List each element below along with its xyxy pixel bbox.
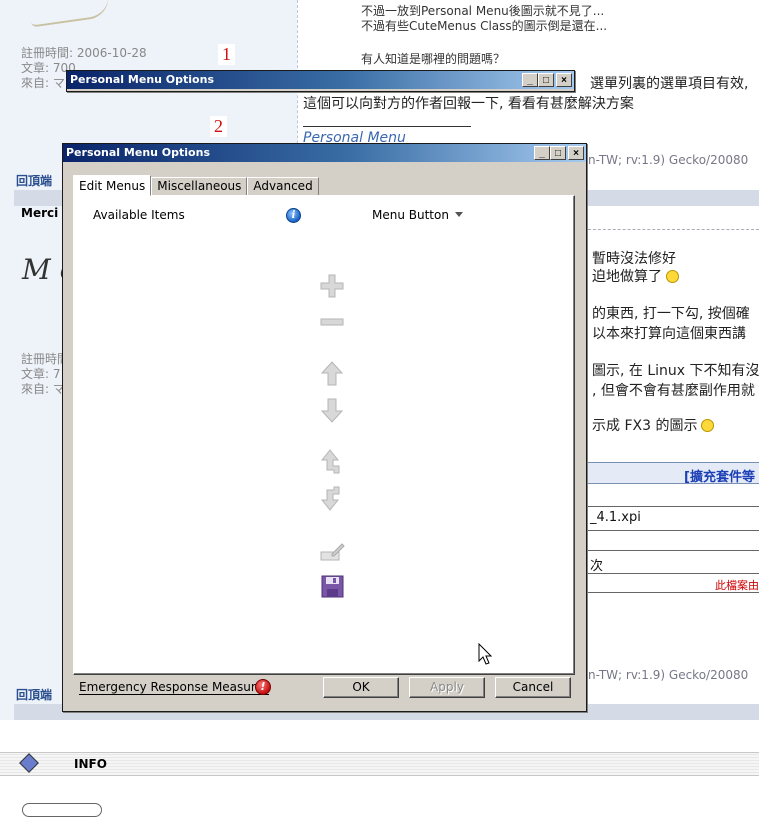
ok-button[interactable]: OK	[323, 677, 399, 698]
post-text-line: 不過有些CuteMenus Class的圖示倒是還在...	[361, 19, 608, 33]
info-icon[interactable]: i	[286, 208, 301, 223]
move-up-level-icon[interactable]	[318, 448, 346, 476]
menu-button-dropdown[interactable]: Menu Button	[372, 208, 463, 222]
signature-divider	[303, 126, 471, 127]
bottom-button[interactable]	[22, 803, 102, 817]
maximize-icon[interactable]: □	[550, 146, 566, 160]
post-text-line: 迫地做算了	[592, 266, 679, 286]
back-to-top-link[interactable]: 回頂端	[16, 172, 52, 189]
post-text-line: 不過一放到Personal Menu後圖示就不見了...	[361, 4, 605, 18]
post-text-line: 這個可以向對方的作者回報一下, 看看有甚麼解決方案	[303, 96, 634, 112]
attachment-file-link[interactable]: _4.1.xpi	[590, 510, 641, 525]
tab-miscellaneous[interactable]: Miscellaneous	[151, 177, 248, 196]
post-text-line: 以本來打算向這個東西講	[592, 326, 746, 342]
apply-button[interactable]: Apply	[409, 677, 485, 698]
tab-strip: Edit Menus Miscellaneous Advanced	[73, 175, 319, 196]
user-agent-text: n-TW; rv:1.9) Gecko/20080	[588, 668, 749, 682]
attachment-row-line	[588, 592, 759, 593]
maximize-icon[interactable]: □	[538, 73, 554, 87]
window-title: Personal Menu Options	[70, 73, 214, 86]
remove-icon[interactable]	[318, 308, 346, 336]
info-section-bar	[0, 752, 759, 776]
close-icon[interactable]: ×	[568, 146, 584, 160]
menu-selector-label: Menu Button	[372, 208, 449, 222]
post-text-line: 暫時沒法修好	[592, 251, 676, 267]
chevron-down-icon	[454, 212, 463, 217]
post-divider	[588, 229, 759, 230]
minimize-icon[interactable]: _	[534, 146, 550, 160]
attachment-row-line	[588, 550, 759, 551]
attachment-row-line	[588, 506, 759, 507]
window-controls: _ □ ×	[534, 146, 584, 160]
smiley-icon	[701, 419, 715, 432]
post-text-line: 選單列裏的選單項目有效,	[590, 76, 749, 92]
post-text-line: 示成 FX3 的圖示	[592, 415, 715, 435]
personal-menu-options-window-1[interactable]: Personal Menu Options _ □ ×	[66, 70, 575, 92]
post-text: 迫地做算了	[592, 269, 662, 285]
edit-menus-panel: Available Items i Menu Button	[73, 195, 575, 675]
post-text-line: 有人知道是哪裡的問題嗎？	[361, 52, 506, 66]
tab-advanced[interactable]: Advanced	[247, 177, 319, 196]
poster-name[interactable]: Merci	[21, 206, 58, 220]
post-text-line: 的東西, 打一下勾, 按個確	[592, 306, 750, 322]
info-label: INFO	[74, 757, 107, 771]
annotation-marker-1: 1	[218, 44, 235, 65]
post-text: 示成 FX3 的圖示	[592, 418, 698, 434]
save-icon[interactable]	[318, 573, 346, 601]
attachment-title: [擴充套件等	[684, 470, 755, 485]
attachment-row-line	[588, 530, 759, 531]
minimize-icon[interactable]: _	[522, 73, 538, 87]
personal-menu-options-window-2[interactable]: Personal Menu Options _ □ × Edit Menus M…	[62, 143, 587, 712]
attachment-note: 此檔案由	[715, 579, 759, 592]
register-date: 註冊時間: 2006-10-28	[21, 46, 147, 60]
cancel-button[interactable]: Cancel	[495, 677, 571, 698]
smiley-icon	[666, 270, 679, 283]
user-agent-text: n-TW; rv:1.9) Gecko/20080	[588, 153, 749, 167]
window-controls: _ □ ×	[522, 73, 572, 87]
post-text-line: 圖示, 在 Linux 下不知有沒	[592, 363, 759, 379]
window-title: Personal Menu Options	[66, 146, 210, 159]
tab-edit-menus[interactable]: Edit Menus	[73, 175, 152, 196]
move-down-level-icon[interactable]	[318, 484, 346, 512]
move-up-icon[interactable]	[318, 360, 346, 388]
add-icon[interactable]	[318, 272, 346, 300]
attachment-row-line	[588, 573, 759, 574]
edit-icon[interactable]	[318, 538, 346, 566]
annotation-marker-2: 2	[210, 116, 227, 137]
download-count: 次	[590, 559, 604, 574]
back-to-top-link[interactable]: 回頂端	[16, 686, 52, 703]
move-down-icon[interactable]	[318, 396, 346, 424]
mouse-cursor-icon	[478, 642, 493, 668]
window-titlebar[interactable]: Personal Menu Options _ □ ×	[63, 144, 586, 162]
post-text-line: , 但會不會有甚麼副作用就	[592, 383, 755, 399]
close-icon[interactable]: ×	[556, 73, 572, 87]
warning-icon[interactable]: !	[255, 679, 271, 695]
available-items-label: Available Items	[93, 208, 185, 222]
window-titlebar[interactable]: Personal Menu Options _ □ ×	[67, 71, 574, 89]
attachment-header: [擴充套件等	[588, 462, 759, 485]
emergency-response-link[interactable]: Emergency Response Measures	[79, 680, 270, 695]
